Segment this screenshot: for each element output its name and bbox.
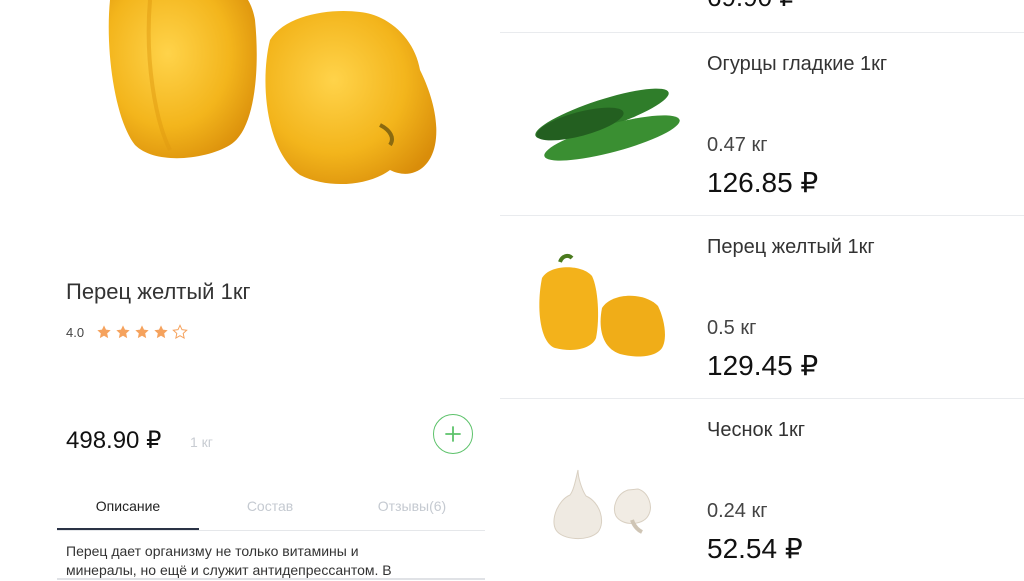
- star-filled-icon: [135, 325, 149, 339]
- divider: [500, 32, 1024, 33]
- cucumber-image: [535, 88, 680, 161]
- list-item-price: 52.54 ₽: [707, 533, 803, 564]
- product-image: [108, 0, 437, 185]
- rating-value: 4.0: [66, 324, 85, 340]
- star-empty-icon: [172, 324, 188, 340]
- product-rating: 4.0: [66, 324, 191, 340]
- product-list: 69.90 ₽ Огурцы гладкие 1кг 0.47 кг 126.8…: [500, 0, 1024, 581]
- plus-icon: [445, 426, 461, 442]
- product-detail-panel: Перец желтый 1кг 4.0 498.90 ₽ 1 кг Описа…: [0, 0, 500, 581]
- divider: [500, 215, 1024, 216]
- product-description: Перец дает организму не только витамины …: [66, 542, 466, 580]
- list-item-name: Огурцы гладкие 1кг: [707, 53, 888, 75]
- garlic-image: [553, 469, 651, 539]
- active-tab-indicator: [57, 528, 199, 530]
- yellow-pepper-image: [539, 253, 665, 357]
- divider: [500, 398, 1024, 399]
- divider: [57, 578, 485, 580]
- list-item-name: Перец желтый 1кг: [707, 236, 875, 258]
- tab-composition[interactable]: Состав: [199, 486, 341, 530]
- product-unit: 1 кг: [190, 434, 213, 450]
- product-price: 498.90 ₽: [66, 427, 162, 454]
- description-line: Перец дает организму не только витамины …: [66, 543, 359, 559]
- product-title: Перец желтый 1кг: [66, 279, 251, 304]
- list-item-weight: 0.47 кг: [707, 134, 768, 156]
- list-item-price: 126.85 ₽: [707, 167, 819, 198]
- add-to-cart-button[interactable]: [433, 414, 473, 454]
- list-item-weight: 0.24 кг: [707, 500, 768, 522]
- star-filled-icon: [154, 325, 168, 339]
- tab-description[interactable]: Описание: [57, 486, 199, 530]
- tab-reviews[interactable]: Отзывы(6): [341, 486, 483, 530]
- star-filled-icon: [97, 325, 111, 339]
- star-filled-icon: [116, 325, 130, 339]
- product-tabs: Описание Состав Отзывы(6): [57, 486, 485, 531]
- list-item-name: Чеснок 1кг: [707, 419, 806, 441]
- list-item-price: 69.90 ₽: [707, 0, 796, 13]
- list-item-weight: 0.5 кг: [707, 317, 757, 339]
- list-item-price: 129.45 ₽: [707, 350, 819, 381]
